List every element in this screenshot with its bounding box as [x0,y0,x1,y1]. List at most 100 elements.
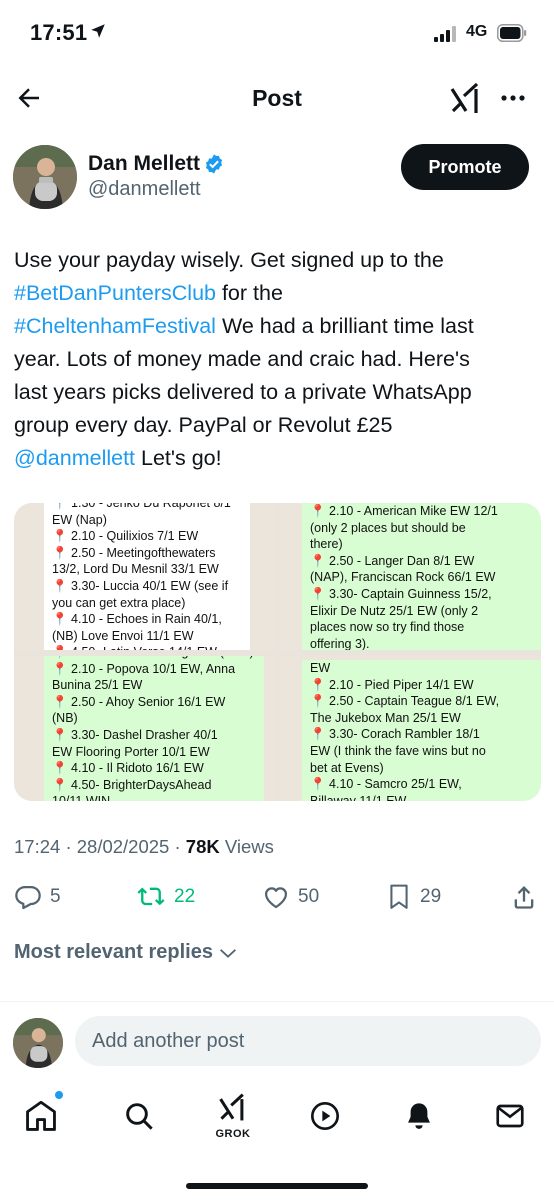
like-count: 50 [298,886,320,907]
heart-icon [264,887,288,909]
media-image-1[interactable]: 📍 1.30 - Jenko Du Raponet 8/1 EW (Nap) 📍 2… [14,503,274,650]
message-line: EW [310,661,331,675]
post-text-line: #CheltenhamFestival We had a brilliant t… [14,310,540,343]
media-image-4[interactable]: EW 📍 2.10 - Pied Piper 14/1 EW 📍 2.50 - Ca… [280,656,541,801]
message-line: EW (Nap) [52,512,107,527]
more-icon [501,95,525,101]
replies-sort-label: Most relevant replies [14,941,213,963]
author-name[interactable]: Dan Mellett [88,152,200,176]
nav-home[interactable] [19,1094,63,1138]
message-line: 📍 2.50 - Meetingofthewaters [52,545,216,560]
message-line: 13/2, Lord Du Mesnil 33/1 EW [52,562,219,577]
reply-button[interactable]: 5 [14,880,61,914]
repost-button[interactable]: 22 [136,880,195,914]
notification-dot [54,1090,64,1100]
post-text-line: #BetDanPuntersClub for the [14,277,540,310]
bookmark-button[interactable]: 29 [386,880,441,914]
post-time: 17:24 [14,836,61,857]
mention-link[interactable]: @danmellett [14,446,135,470]
current-user-avatar[interactable] [13,1018,63,1068]
message-line: 📍 4.10 - Echoes in Rain 40/1, [52,612,222,627]
share-icon [514,886,534,909]
message-line: 📍 4.50- BrighterDaysAhead [52,777,212,792]
post-text-line: Use your payday wisely. Get signed up to… [14,244,540,277]
grok-label: GROK [215,1128,251,1140]
reply-input[interactable] [75,1016,541,1066]
reply-count: 5 [50,886,61,907]
bookmark-count: 29 [420,886,442,907]
author-handle[interactable]: @danmellett [88,178,201,201]
mail-icon [496,1104,524,1128]
avatar-photo [13,145,77,209]
message-line: 📍 2.10 - Pied Piper 14/1 EW [310,677,474,692]
views-count[interactable]: 78K [186,836,220,857]
home-indicator [186,1183,368,1189]
post-timestamp: 17:24 · 28/02/2025 · 78K Views [14,836,274,858]
divider [0,1001,554,1002]
message-line: 📍 2.50 - Captain Teague 8/1 EW, [310,694,500,709]
message-line: (NB) Love Envoi 11/1 EW [52,628,194,643]
nav-notifications[interactable] [397,1094,441,1138]
replies-sort-dropdown[interactable]: Most relevant replies [14,941,239,964]
promote-button[interactable]: Promote [401,144,529,190]
post-actions-bar: 5 22 50 29 [0,880,554,916]
bottom-navigation: GROK [0,1076,554,1200]
message-line: 📍 2.10 - Popova 10/1 EW, Anna [52,661,236,676]
repost-count: 22 [174,886,196,907]
chevron-down-icon [220,948,236,958]
post-text-run: for the [215,281,283,305]
message-line: places now so try find those [310,620,465,635]
meta-separator: · [174,836,181,857]
message-line: 📍 2.10 - American Mike EW 12/1 [310,504,498,518]
verified-badge-icon [205,154,223,174]
nav-search[interactable] [117,1094,161,1138]
whatsapp-message-bubble: 📍 2.10 - American Mike EW 12/1 (only 2 pl… [302,503,541,650]
message-line: Billaway 11/1 EW [310,793,407,801]
post-text-line: year. Lots of money made and craic had. … [14,343,540,376]
reply-icon [15,885,41,910]
grok-button[interactable] [448,81,484,117]
message-line: bet at Evens) [310,760,384,775]
author-avatar[interactable] [13,145,77,209]
top-header: Post [0,66,554,132]
message-line: 📍 3.30- Captain Guinness 15/2, [310,586,492,601]
nav-messages[interactable] [488,1094,532,1138]
battery-icon [497,24,527,42]
post-date: 28/02/2025 [76,836,170,857]
location-arrow-icon [91,24,105,38]
message-line: 📍 4.10 - Samcro 25/1 EW, [310,777,462,792]
hashtag-link[interactable]: #CheltenhamFestival [14,314,216,338]
message-line: 📍 2.50 - Langer Dan 8/1 EW [310,553,475,568]
message-line: (only 2 places but should be [310,520,466,535]
post-media-grid[interactable]: 📍 1.30 - Jenko Du Raponet 8/1 EW (Nap) 📍 2… [14,503,541,801]
message-line: 📍 2.50 - Ahoy Senior 16/1 EW [52,694,226,709]
hashtag-link[interactable]: #BetDanPuntersClub [14,281,216,305]
message-line: 10/11 WIN [52,793,256,801]
share-button[interactable] [510,880,538,914]
status-bar: 17:51 4G [0,0,554,66]
message-line: EW Flooring Porter 10/1 EW [52,744,210,759]
post-text-line: @danmellett Let's go! [14,442,540,475]
post-text-line: last years picks delivered to a private … [14,376,540,409]
like-button[interactable]: 50 [262,880,319,914]
nav-video[interactable] [303,1094,347,1138]
more-options-button[interactable] [496,83,530,113]
nav-grok[interactable] [211,1086,255,1130]
bell-icon [408,1103,430,1129]
message-line: EW (I think the fave wins but no [310,743,486,758]
play-circle-icon [311,1102,339,1130]
home-icon [26,1100,56,1131]
message-line: 📍 4.50- Latin Verse 14/1 EW, [52,644,242,650]
media-image-3[interactable]: 📍 1.30 - Jasmin de Vega 6/4 (NAP)📍 2.10 … [14,656,274,801]
media-image-2[interactable]: 📍 2.10 - American Mike EW 12/1 (only 2 pl… [280,503,541,650]
status-time: 17:51 [30,20,88,45]
network-type: 4G [466,23,488,40]
message-line: 📍 3.30- Corach Rambler 18/1 [310,727,480,742]
post-text-run: We had a brilliant time last [215,314,474,338]
message-line: 📍 1.30 - Jenko Du Raponet 8/1 [52,503,231,510]
post-text-run: last years picks delivered to a private … [14,380,472,404]
message-line: Bunina 25/1 EW [52,678,143,693]
post-text-run: group every day. PayPal or Revolut £25 [14,413,393,437]
message-line: 📍 3.30- Luccia 40/1 EW (see if [52,578,229,593]
bookmark-icon [390,884,408,909]
